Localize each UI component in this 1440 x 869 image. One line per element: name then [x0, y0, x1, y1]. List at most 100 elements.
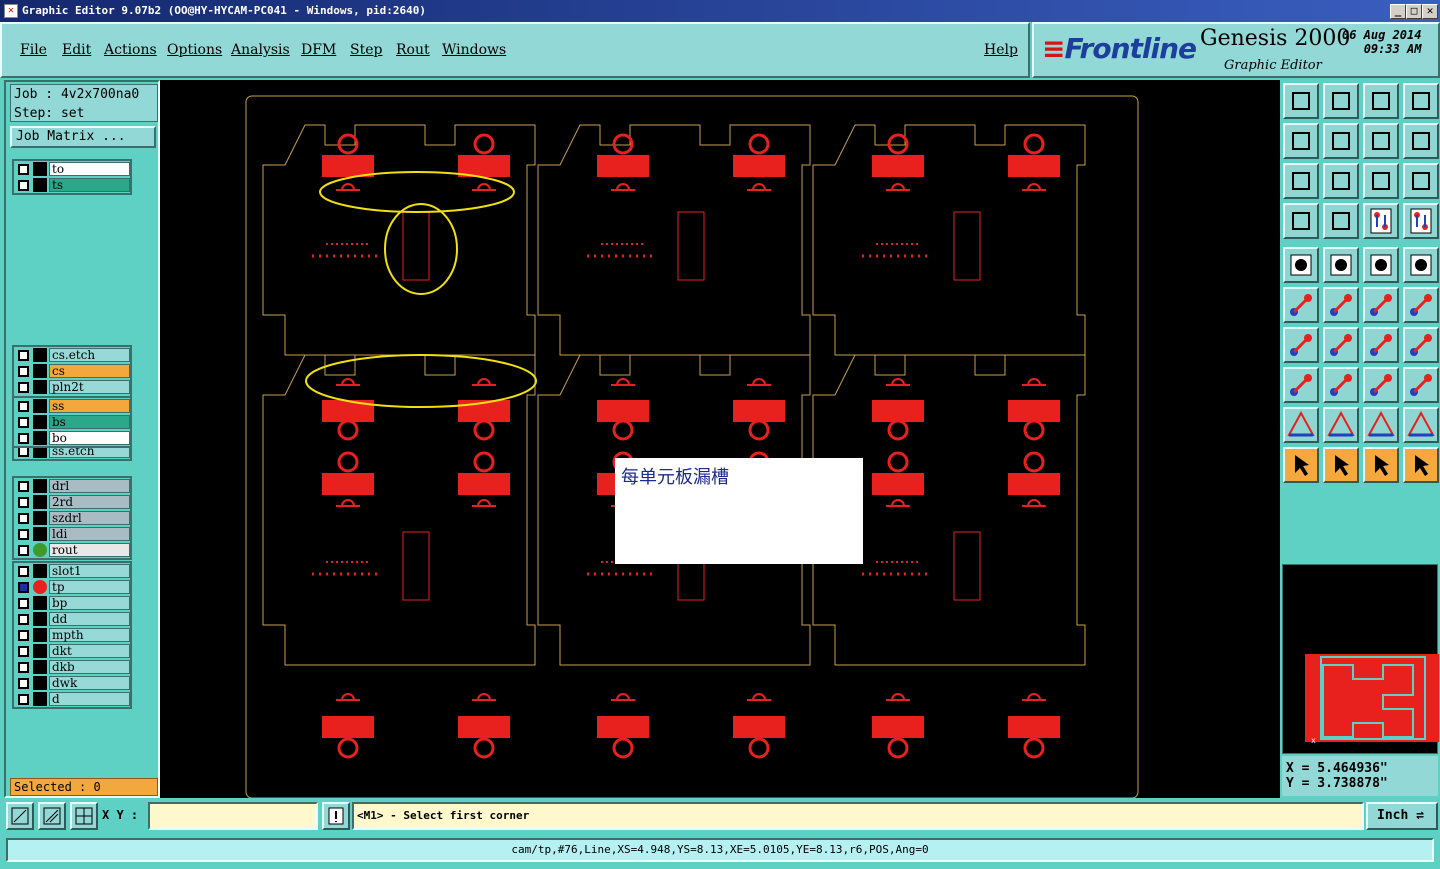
line-red-button[interactable]: [1403, 287, 1439, 323]
layer-status-marker[interactable]: [33, 676, 47, 690]
menu-edit[interactable]: Edit: [62, 42, 91, 58]
layer-name[interactable]: dd: [49, 612, 130, 626]
layer-status-marker[interactable]: [33, 644, 47, 658]
menu-actions[interactable]: Actions: [104, 42, 157, 58]
layer-name[interactable]: dwk: [49, 676, 130, 690]
execute-button[interactable]: [322, 802, 350, 830]
layer-row-to[interactable]: to: [14, 161, 130, 177]
scale-1-2-button[interactable]: [1363, 163, 1399, 199]
menu-analysis[interactable]: Analysis: [231, 42, 290, 58]
layer-status-marker[interactable]: [33, 348, 47, 362]
layer-name[interactable]: bp: [49, 596, 130, 610]
hole-button[interactable]: [1403, 247, 1439, 283]
redraw-button[interactable]: [1403, 123, 1439, 159]
ruler-button[interactable]: [1363, 247, 1399, 283]
pan-right-button[interactable]: [1323, 123, 1359, 159]
layer-status-marker[interactable]: [33, 692, 47, 706]
layer-row-bp[interactable]: bp: [14, 595, 130, 611]
graphic-canvas[interactable]: [160, 80, 1280, 799]
menu-help[interactable]: Help: [984, 42, 1018, 58]
unit-toggle-button[interactable]: Inch ⇌: [1366, 802, 1438, 830]
layer-status-marker[interactable]: [33, 364, 47, 378]
menu-options[interactable]: Options: [167, 42, 222, 58]
job-matrix-button[interactable]: Job Matrix ...: [10, 126, 156, 148]
zoom-profile-button[interactable]: [1363, 83, 1399, 119]
menu-windows[interactable]: Windows: [442, 42, 506, 58]
move-button[interactable]: [1363, 367, 1399, 403]
minimize-button[interactable]: _: [1390, 4, 1406, 19]
layer-checkbox[interactable]: [18, 349, 29, 361]
layer-checkbox[interactable]: [18, 645, 29, 657]
layer-name[interactable]: ss: [49, 399, 130, 413]
layer-row-dkt[interactable]: dkt: [14, 643, 130, 659]
layer-row-ldi[interactable]: ldi: [14, 526, 130, 542]
layer-name[interactable]: szdrl: [49, 511, 130, 525]
layer-row-bs[interactable]: bs: [14, 414, 130, 430]
layer-row-ts[interactable]: ts: [14, 177, 130, 193]
layer-status-marker[interactable]: [33, 564, 47, 578]
layer-status-marker[interactable]: [33, 612, 47, 626]
layer-name[interactable]: to: [49, 162, 130, 176]
layer-name[interactable]: bo: [49, 431, 130, 445]
layer-row-tp[interactable]: tp: [14, 579, 130, 595]
pad-button[interactable]: [1283, 247, 1319, 283]
zoom-fit-button[interactable]: [1323, 83, 1359, 119]
menu-step[interactable]: Step: [350, 42, 382, 58]
polygon-edit-button[interactable]: [1323, 407, 1359, 443]
layer-checkbox[interactable]: [18, 432, 29, 444]
select-box-button[interactable]: [1323, 447, 1359, 483]
split-button[interactable]: [1403, 327, 1439, 363]
layer-checkbox[interactable]: [18, 544, 29, 556]
layer-checkbox[interactable]: [18, 661, 29, 673]
layer-name[interactable]: tp: [49, 580, 130, 594]
layer-checkbox[interactable]: [18, 365, 29, 377]
layer-name[interactable]: bs: [49, 415, 130, 429]
layer-status-marker[interactable]: [33, 415, 47, 429]
layer-name[interactable]: cs: [49, 364, 130, 378]
layer-row-mpth[interactable]: mpth: [14, 627, 130, 643]
layer-checkbox[interactable]: [18, 693, 29, 705]
menu-dfm[interactable]: DFM: [301, 42, 336, 58]
corner-button[interactable]: [1283, 367, 1319, 403]
surface-button[interactable]: [1323, 247, 1359, 283]
layer-name[interactable]: rout: [49, 543, 130, 557]
layer-name[interactable]: drl: [49, 479, 130, 493]
layer-status-marker[interactable]: [33, 660, 47, 674]
shapes-button[interactable]: [1403, 367, 1439, 403]
grid-button[interactable]: [1323, 203, 1359, 239]
zoom-window-button[interactable]: [1403, 83, 1439, 119]
menu-rout[interactable]: Rout: [396, 42, 430, 58]
layer-checkbox[interactable]: [18, 565, 29, 577]
undo-arc-button[interactable]: [1363, 327, 1399, 363]
layer-status-marker[interactable]: [33, 380, 47, 394]
pan-left-button[interactable]: [1283, 123, 1319, 159]
layer-status-marker[interactable]: [33, 511, 47, 525]
layer-name[interactable]: dkb: [49, 660, 130, 674]
menu-file[interactable]: File: [20, 42, 47, 58]
snap-red-button[interactable]: [1363, 203, 1399, 239]
layer-checkbox[interactable]: [18, 613, 29, 625]
cross-button[interactable]: [1323, 287, 1359, 323]
layer-checkbox[interactable]: [18, 163, 29, 175]
maximize-button[interactable]: □: [1406, 4, 1422, 19]
measure-tool-button[interactable]: [1283, 203, 1319, 239]
select-arrow-button[interactable]: [1283, 447, 1319, 483]
select-circle-button[interactable]: [1363, 447, 1399, 483]
layer-name[interactable]: slot1: [49, 564, 130, 578]
layer-checkbox[interactable]: [18, 597, 29, 609]
layer-row-rout[interactable]: rout: [14, 542, 130, 558]
zoom-home-button[interactable]: [1283, 83, 1319, 119]
layer-name[interactable]: ts: [49, 178, 130, 192]
layer-checkbox[interactable]: [18, 528, 29, 540]
layer-row-bo[interactable]: bo: [14, 430, 130, 446]
layer-status-marker[interactable]: [33, 495, 47, 509]
layer-checkbox[interactable]: [18, 629, 29, 641]
layer-row-dkb[interactable]: dkb: [14, 659, 130, 675]
horizontal-line-button[interactable]: [1323, 367, 1359, 403]
layer-row-dd[interactable]: dd: [14, 611, 130, 627]
layer-name[interactable]: d: [49, 692, 130, 706]
close-button[interactable]: ✕: [1422, 4, 1438, 19]
layer-name[interactable]: ldi: [49, 527, 130, 541]
polygon-scale-button[interactable]: [1403, 407, 1439, 443]
layer-checkbox[interactable]: [18, 416, 29, 428]
